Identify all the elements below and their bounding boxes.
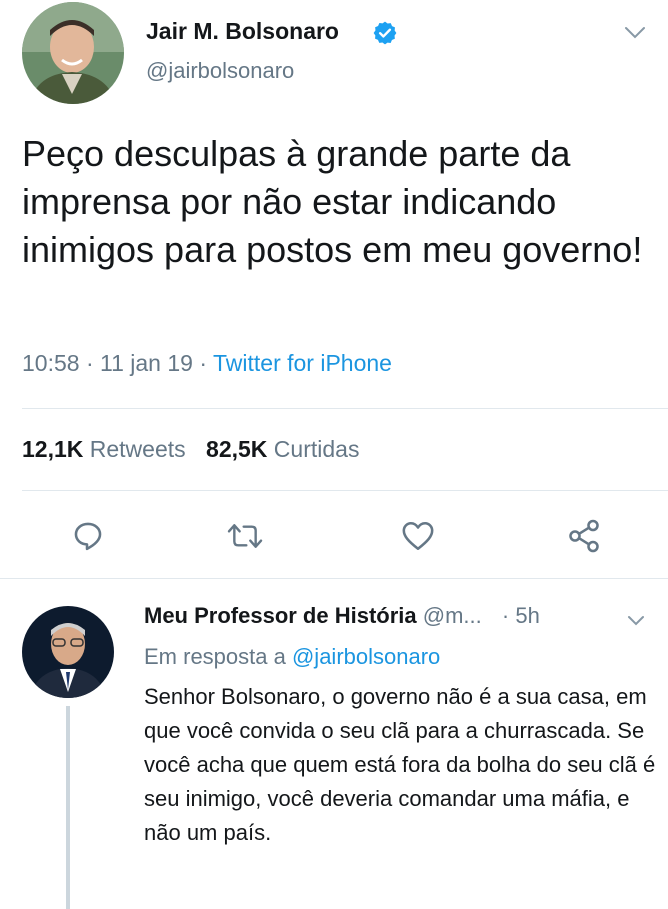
- meta-separator: ·: [199, 350, 208, 376]
- tweet-source-link[interactable]: Twitter for iPhone: [213, 350, 392, 376]
- in-reply-handle-link[interactable]: @jairbolsonaro: [292, 644, 440, 669]
- likes-label: Curtidas: [273, 436, 360, 462]
- reply-header: Meu Professor de História @m... · 5h: [144, 603, 540, 629]
- reply-text: Senhor Bolsonaro, o governo não é a sua …: [144, 684, 656, 845]
- reply-author-handle[interactable]: @m...: [423, 603, 482, 628]
- section-divider: [0, 578, 668, 579]
- in-reply-prefix: Em resposta a: [144, 644, 286, 669]
- in-reply-to: Em resposta a @jairbolsonaro: [144, 644, 440, 670]
- share-icon[interactable]: [562, 514, 606, 558]
- like-icon[interactable]: [396, 516, 440, 556]
- reply-age[interactable]: 5h: [515, 603, 539, 628]
- divider: [22, 408, 668, 409]
- reply-author-avatar[interactable]: [22, 606, 114, 698]
- reply-separator: ·: [501, 603, 510, 628]
- verified-badge-icon: [372, 20, 398, 46]
- author-handle[interactable]: @jairbolsonaro: [146, 58, 294, 84]
- reply-author-name[interactable]: Meu Professor de História: [144, 603, 417, 628]
- tweet-stats: 12,1K Retweets 82,5K Curtidas: [22, 436, 359, 463]
- reply-icon[interactable]: [66, 516, 110, 556]
- author-avatar[interactable]: [22, 2, 124, 104]
- meta-separator: ·: [85, 350, 94, 376]
- divider: [22, 490, 668, 491]
- tweet-meta: 10:58 · 11 jan 19 · Twitter for iPhone: [22, 350, 392, 377]
- tweet-text: Peço desculpas à grande parte da imprens…: [22, 133, 643, 270]
- thread-line: [66, 706, 70, 909]
- tweet-time: 10:58: [22, 350, 80, 376]
- tweet-date[interactable]: 11 jan 19: [100, 350, 193, 376]
- retweet-icon[interactable]: [222, 516, 268, 556]
- retweets-label: Retweets: [89, 436, 186, 462]
- reply-chevron-down-icon[interactable]: [622, 610, 650, 632]
- retweets-count: 12,1K: [22, 436, 84, 462]
- chevron-down-icon[interactable]: [620, 20, 650, 46]
- retweets-stat[interactable]: 12,1K Retweets: [22, 436, 192, 462]
- likes-count: 82,5K: [206, 436, 268, 462]
- likes-stat[interactable]: 82,5K Curtidas: [206, 436, 359, 462]
- author-name[interactable]: Jair M. Bolsonaro: [146, 18, 339, 45]
